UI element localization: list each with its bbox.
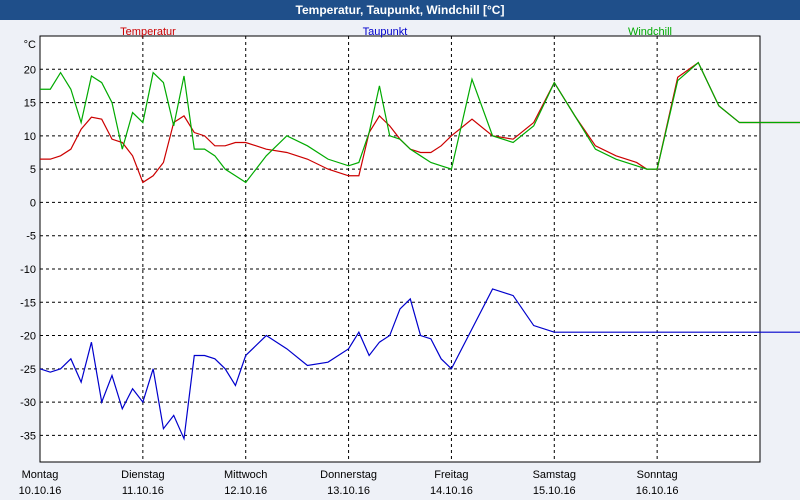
y-tick-label: -20 [20,331,36,343]
y-tick-label: -15 [20,297,36,309]
x-tick-date: 15.10.16 [533,485,576,497]
x-tick-day: Dienstag [121,469,164,481]
y-tick-label: 0 [30,197,36,209]
chart-svg: 20 15 10 5 0 -5 -10 -15 -20 -25 -30 -35 °C Montag 10.1… [19,26,800,497]
x-tick-day: Donnerstag [320,469,377,481]
legend-item-temperatur: Temperatur [120,26,176,38]
legend-item-windchill: Windchill [628,26,672,38]
y-tick-label: 20 [24,64,36,76]
y-tick-label: -25 [20,364,36,376]
y-tick-label: -30 [20,397,36,409]
x-tick-day: Freitag [434,469,468,481]
y-unit-label: °C [24,39,36,51]
x-tick-date: 13.10.16 [327,485,370,497]
x-tick-day: Montag [22,469,59,481]
x-tick-date: 16.10.16 [636,485,679,497]
x-tick-date: 14.10.16 [430,485,473,497]
x-tick-date: 11.10.16 [122,485,164,497]
y-tick-label: 15 [24,98,36,110]
x-tick-day: Samstag [533,469,576,481]
y-tick-label: -10 [20,264,36,276]
y-tick-label: -5 [26,231,36,243]
x-tick-date: 10.10.16 [19,485,62,497]
x-tick-day: Sonntag [637,469,678,481]
x-tick-date: 12.10.16 [224,485,267,497]
y-tick-label: -35 [20,430,36,442]
x-tick-day: Mittwoch [224,469,267,481]
chart-window: Temperatur, Taupunkt, Windchill [°C] 20 1… [0,0,800,500]
legend-item-taupunkt: Taupunkt [363,26,408,38]
y-tick-label: 5 [30,164,36,176]
y-tick-label: 10 [24,131,36,143]
